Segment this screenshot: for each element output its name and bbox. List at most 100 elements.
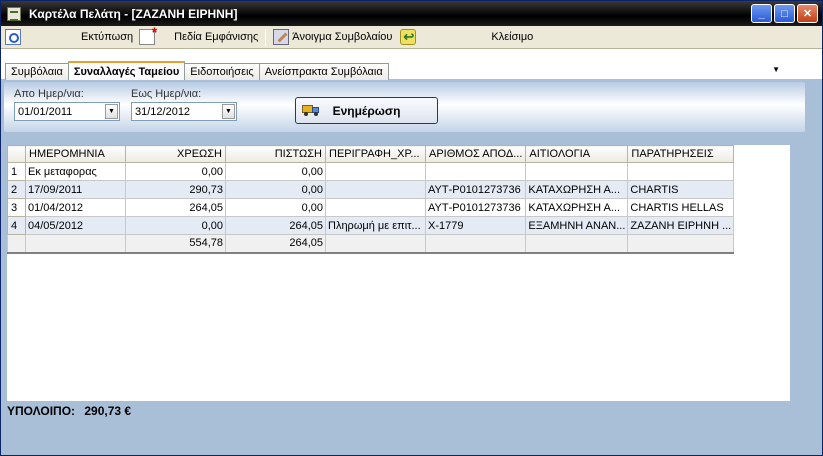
to-date-label: Εως Ημερ/νια: — [131, 88, 202, 100]
balance-value: 290,73 € — [84, 404, 132, 418]
date-cell[interactable]: Εκ μεταφορας — [25, 162, 126, 181]
column-header[interactable]: ΠΙΣΤΩΣΗ — [225, 145, 326, 163]
totals-row: 554,78 264,05 — [7, 234, 735, 254]
receipt-number-cell[interactable] — [424, 162, 527, 181]
row-number: 1 — [7, 162, 26, 181]
close-label: Κλείσιμο — [491, 31, 534, 43]
tab-unpaid-contracts[interactable]: Ανείσπρακτα Συμβόλαια — [258, 63, 389, 80]
tab-label: Ειδοποιήσεις — [190, 66, 254, 78]
print-button[interactable]: Εκτύπωση — [77, 24, 162, 48]
row-number-header — [7, 145, 26, 163]
chevron-down-icon[interactable]: ▼ — [105, 104, 118, 119]
tab-label: Συμβόλαια — [11, 66, 63, 78]
row-number: 2 — [7, 180, 26, 199]
reason-cell[interactable]: ΚΑΤΑΧΩΡΗΣΗ Α... — [525, 180, 629, 199]
notes-cell[interactable] — [627, 162, 735, 181]
credit-cell[interactable]: 0,00 — [225, 198, 326, 217]
display-fields-button[interactable]: Πεδία Εμφάνισης — [170, 27, 262, 48]
totals-empty-cell — [25, 234, 126, 254]
receipt-number-cell[interactable]: ΑΥΤ-Ρ0101273736 — [424, 198, 527, 217]
from-date-value: 01/01/2011 — [18, 105, 73, 118]
tab-label: Συναλλαγές Ταμείου — [73, 65, 180, 78]
receipt-number-cell[interactable]: Χ-1779 — [424, 216, 527, 235]
notes-cell[interactable]: CHARTIS HELLAS — [627, 198, 735, 217]
window-title: Καρτέλα Πελάτη - [ΖΑΖΑΝΗ ΕΙΡΗΝΗ] — [29, 6, 238, 21]
close-button[interactable]: Κλείσιμο — [487, 27, 537, 48]
close-icon: ✕ — [802, 8, 813, 20]
totals-empty-cell — [424, 234, 527, 254]
table-row[interactable]: 4 04/05/2012 0,00 264,05 Πληρωμή με επιτ… — [7, 216, 735, 235]
debit-cell[interactable]: 264,05 — [125, 198, 226, 217]
new-document-icon — [139, 24, 157, 45]
window-controls: _ □ ✕ — [751, 4, 818, 23]
debit-cell[interactable]: 0,00 — [125, 216, 226, 235]
transactions-grid-area: ΗΜΕΡΟΜΗΝΙΑ ΧΡΕΩΣΗ ΠΙΣΤΩΣΗ ΠΕΡΙΓΡΑΦΗ_ΧΡ..… — [7, 145, 790, 401]
total-credit: 264,05 — [225, 234, 326, 254]
totals-empty-cell — [525, 234, 629, 254]
credit-cell[interactable]: 0,00 — [225, 162, 326, 181]
debit-cell[interactable]: 0,00 — [125, 162, 226, 181]
description-cell[interactable] — [325, 180, 426, 199]
date-cell[interactable]: 04/05/2012 — [25, 216, 126, 235]
column-header[interactable]: ΗΜΕΡΟΜΗΝΙΑ — [25, 145, 126, 163]
tab-list-dropdown-icon[interactable]: ▼ — [772, 65, 780, 74]
to-date-picker[interactable]: 31/12/2012 ▼ — [131, 102, 237, 121]
print-label: Εκτύπωση — [81, 31, 134, 43]
totals-row-header — [7, 234, 26, 254]
date-cell[interactable]: 01/04/2012 — [25, 198, 126, 217]
date-cell[interactable]: 17/09/2011 — [25, 180, 126, 199]
from-date-label: Απο Ημερ/νια: — [14, 88, 84, 100]
table-header-row: ΗΜΕΡΟΜΗΝΙΑ ΧΡΕΩΣΗ ΠΙΣΤΩΣΗ ΠΕΡΙΓΡΑΦΗ_ΧΡ..… — [7, 145, 735, 163]
column-header[interactable]: ΑΡΙΘΜΟΣ ΑΠΟΔ... — [424, 145, 527, 163]
print-preview-button[interactable] — [1, 27, 77, 48]
open-contract-label: Άνοιγμα Συμβολαίου — [292, 31, 393, 43]
balance-label: ΥΠΟΛΟΙΠΟ: — [7, 404, 76, 418]
chevron-down-icon[interactable]: ▼ — [222, 104, 235, 119]
print-preview-icon — [5, 29, 21, 45]
row-number: 4 — [7, 216, 26, 235]
title-bar[interactable]: Καρτέλα Πελάτη - [ΖΑΖΑΝΗ ΕΙΡΗΝΗ] _ □ ✕ — [1, 1, 822, 26]
description-cell[interactable]: Πληρωμή με επιτ... — [325, 216, 426, 235]
tab-cash-transactions[interactable]: Συναλλαγές Ταμείου — [67, 61, 186, 80]
display-fields-label: Πεδία Εμφάνισης — [174, 31, 259, 43]
minimize-button[interactable]: _ — [751, 4, 772, 23]
notes-cell[interactable]: CHARTIS — [627, 180, 735, 199]
reason-cell[interactable] — [525, 162, 629, 181]
reason-cell[interactable]: ΕΞΑΜΗΝΗ ΑΝΑΝ... — [525, 216, 629, 235]
total-debit: 554,78 — [125, 234, 226, 254]
toolbar-separator — [265, 28, 267, 46]
reason-cell[interactable]: ΚΑΤΑΧΩΡΗΣΗ Α... — [525, 198, 629, 217]
receipt-number-cell[interactable]: ΑΥΤ-Ρ0101273736 — [424, 180, 527, 199]
debit-cell[interactable]: 290,73 — [125, 180, 226, 199]
tab-contracts[interactable]: Συμβόλαια — [5, 63, 69, 80]
column-header[interactable]: ΠΑΡΑΤΗΡΗΣΕΙΣ — [627, 145, 735, 163]
app-icon — [7, 6, 21, 21]
tab-notifications[interactable]: Ειδοποιήσεις — [184, 63, 260, 80]
column-header[interactable]: ΠΕΡΙΓΡΑΦΗ_ΧΡ... — [325, 145, 426, 163]
column-header[interactable]: ΑΙΤΙΟΛΟΓΙΑ — [525, 145, 629, 163]
notes-cell[interactable]: ΖΑΖΑΝΗ ΕΙΡΗΝΗ ... — [627, 216, 735, 235]
exit-icon — [400, 29, 417, 45]
column-header[interactable]: ΧΡΕΩΣΗ — [125, 145, 226, 163]
from-date-picker[interactable]: 01/01/2011 ▼ — [14, 102, 120, 121]
credit-cell[interactable]: 264,05 — [225, 216, 326, 235]
totals-empty-cell — [325, 234, 426, 254]
tab-strip: Συμβόλαια Συναλλαγές Ταμείου Ειδοποιήσει… — [1, 49, 822, 80]
customer-card-window: Καρτέλα Πελάτη - [ΖΑΖΑΝΗ ΕΙΡΗΝΗ] _ □ ✕ Ε… — [0, 0, 823, 456]
date-filter-panel: Απο Ημερ/νια: 01/01/2011 ▼ Εως Ημερ/νια:… — [4, 82, 805, 132]
table-row[interactable]: 3 01/04/2012 264,05 0,00 ΑΥΤ-Ρ0101273736… — [7, 198, 735, 217]
table-row[interactable]: 1 Εκ μεταφορας 0,00 0,00 — [7, 162, 735, 181]
row-number: 3 — [7, 198, 26, 217]
refresh-button[interactable]: Ενημέρωση — [295, 97, 438, 124]
maximize-button[interactable]: □ — [774, 4, 795, 23]
edit-document-icon — [273, 29, 290, 45]
open-contract-button[interactable]: Άνοιγμα Συμβολαίου — [269, 27, 423, 48]
credit-cell[interactable]: 0,00 — [225, 180, 326, 199]
balance-summary: ΥΠΟΛΟΙΠΟ: 290,73 € — [7, 404, 131, 418]
description-cell[interactable] — [325, 198, 426, 217]
table-row[interactable]: 2 17/09/2011 290,73 0,00 ΑΥΤ-Ρ0101273736… — [7, 180, 735, 199]
description-cell[interactable] — [325, 162, 426, 181]
close-window-button[interactable]: ✕ — [797, 4, 818, 23]
tab-label: Ανείσπρακτα Συμβόλαια — [264, 66, 383, 78]
minimize-icon: _ — [758, 7, 765, 20]
